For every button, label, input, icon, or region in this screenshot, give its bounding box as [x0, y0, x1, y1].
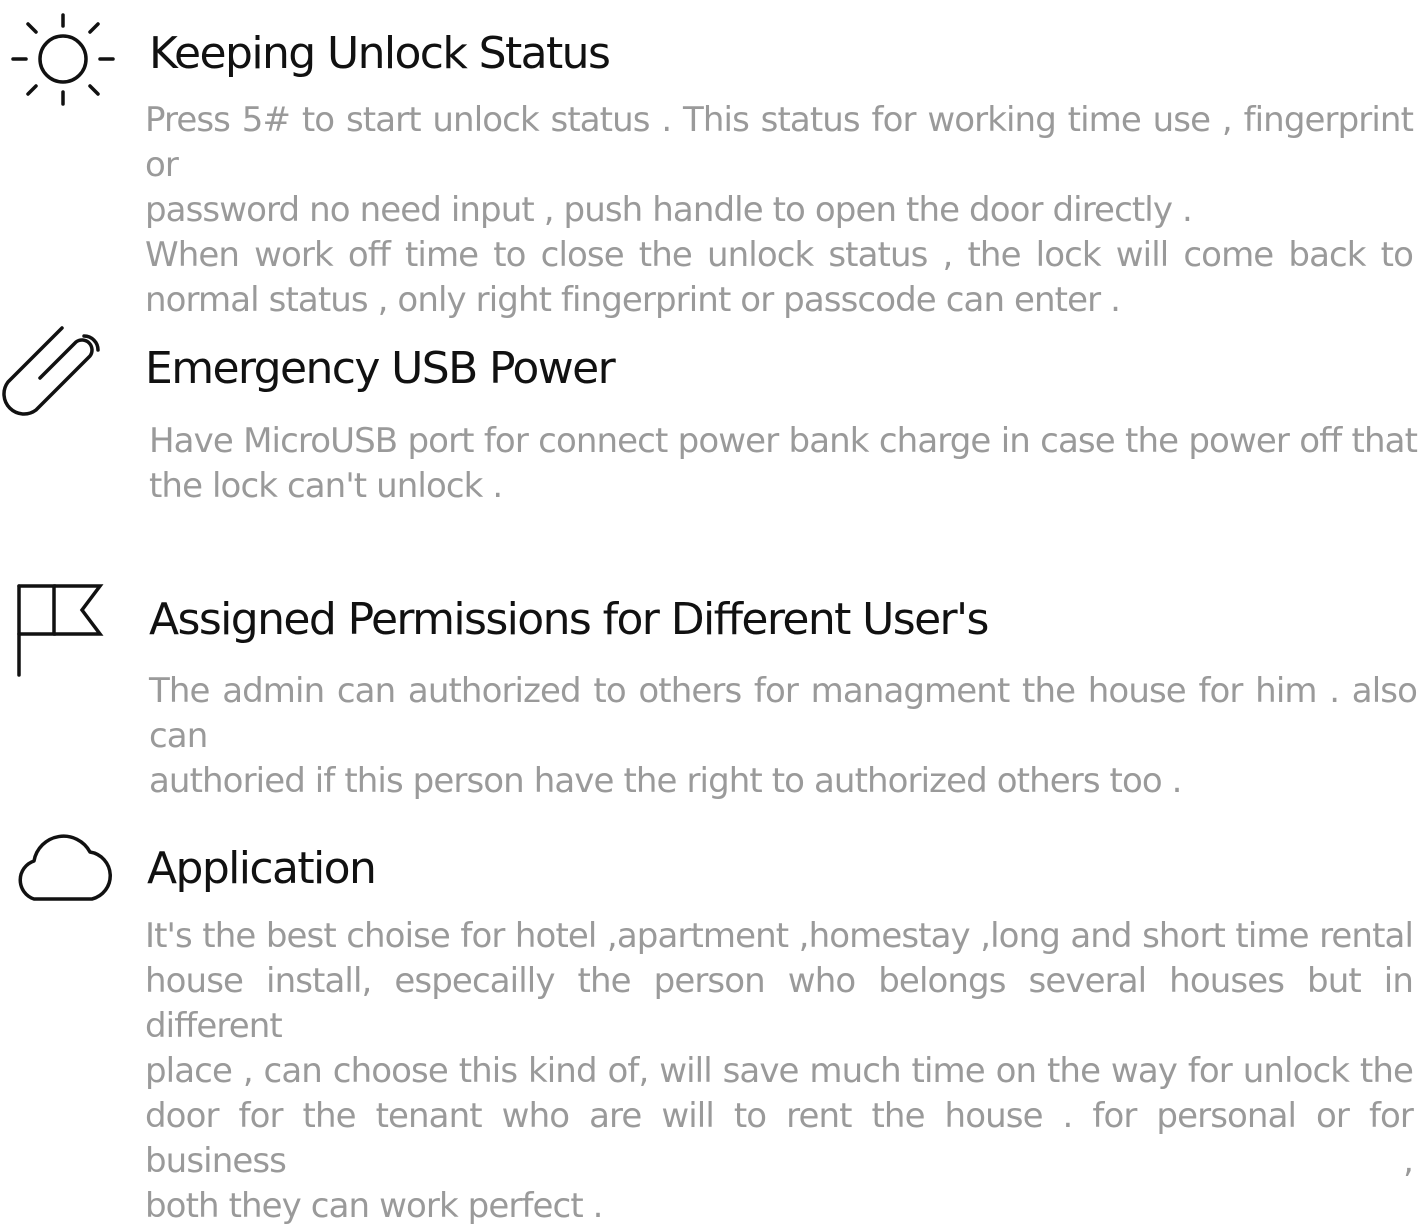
description-line: door for the tenant who are will to rent… — [145, 1096, 1414, 1181]
description-line: The admin can authorized to others for m… — [149, 671, 1418, 756]
description-line: Press 5# to start unlock status . This s… — [145, 100, 1414, 185]
description-line: authoried if this person have the right … — [149, 761, 1182, 801]
feature-title: Keeping Unlock Status — [149, 28, 611, 79]
description-line: When work off time to close the unlock s… — [145, 235, 1414, 275]
cloud-icon — [12, 830, 116, 902]
description-line: password no need input , push handle to … — [145, 190, 1193, 230]
description-line: normal status , only right fingerprint o… — [145, 280, 1121, 320]
description-line: It's the best choise for hotel ,apartmen… — [145, 916, 1414, 956]
feature-description: Have MicroUSB port for connect power ban… — [149, 419, 1418, 509]
feature-title: Application — [147, 843, 377, 894]
sun-icon — [10, 12, 116, 108]
feature-description: The admin can authorized to others for m… — [149, 669, 1418, 804]
feature-description: Press 5# to start unlock status . This s… — [145, 98, 1414, 323]
paperclip-icon — [0, 326, 104, 422]
description-line: Have MicroUSB port for connect power ban… — [149, 421, 1418, 461]
description-line: place , can choose this kind of, will sa… — [145, 1051, 1414, 1091]
description-line: both they can work perfect . — [145, 1186, 603, 1226]
flag-icon — [16, 584, 104, 678]
feature-description: It's the best choise for hotel ,apartmen… — [145, 914, 1414, 1229]
description-line: the lock can't unlock . — [149, 466, 503, 506]
description-line: house install, especailly the person who… — [145, 961, 1414, 1046]
feature-title: Assigned Permissions for Different User'… — [149, 594, 989, 645]
feature-title: Emergency USB Power — [145, 343, 616, 394]
